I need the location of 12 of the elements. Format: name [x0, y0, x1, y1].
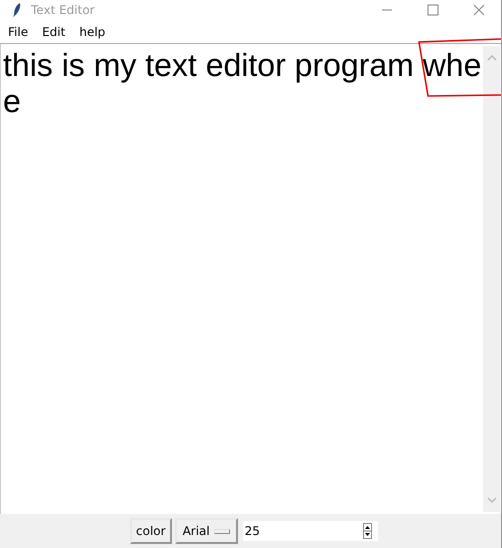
- font-menu[interactable]: Arial: [174, 518, 238, 544]
- menu-item[interactable]: Edit: [42, 24, 66, 38]
- color-button[interactable]: color: [130, 518, 172, 544]
- menu-item[interactable]: help: [79, 24, 106, 38]
- window-title: Text Editor: [31, 3, 95, 17]
- menu-item[interactable]: File: [8, 24, 28, 38]
- spin-arrows-icon[interactable]: [362, 523, 372, 539]
- close-icon[interactable]: [473, 4, 485, 16]
- text-line: e: [3, 83, 21, 119]
- maximize-icon[interactable]: [427, 4, 439, 16]
- feather-icon: [12, 2, 22, 18]
- size-spinbox[interactable]: 25: [242, 521, 378, 541]
